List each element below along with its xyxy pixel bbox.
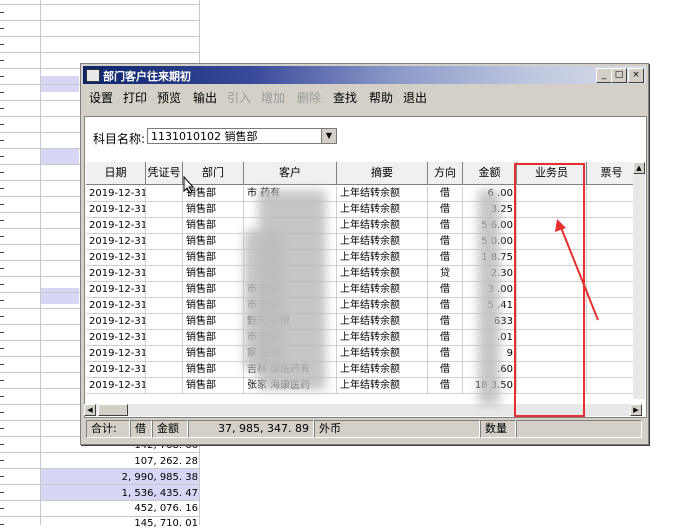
- annotation-arrow-icon: [555, 219, 599, 321]
- mouse-pointer-icon: [183, 176, 195, 194]
